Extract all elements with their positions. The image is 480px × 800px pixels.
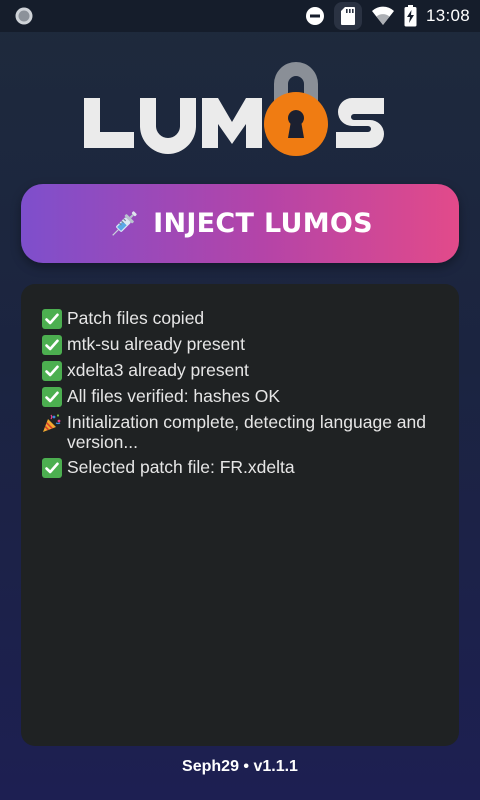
log-text: xdelta3 already present	[67, 360, 249, 380]
status-right: 13:08	[305, 2, 470, 30]
log-text: All files verified: hashes OK	[67, 386, 281, 406]
log-line: Patch files copied	[42, 308, 443, 329]
log-line: Initialization complete, detecting langu…	[42, 412, 443, 452]
log-line: Selected patch file: FR.xdelta	[42, 457, 443, 478]
check-mark-icon	[42, 361, 62, 381]
log-panel: Patch files copied mtk-su already presen…	[21, 284, 459, 746]
log-text: Initialization complete, detecting langu…	[67, 412, 426, 452]
log-line: mtk-su already present	[42, 334, 443, 355]
logo-letter-s	[336, 98, 384, 148]
do-not-disturb-icon	[305, 7, 324, 25]
status-bar: 13:08	[0, 0, 480, 32]
status-time: 13:08	[425, 6, 470, 25]
camera-dot-icon	[15, 7, 33, 25]
wifi-icon	[371, 6, 394, 25]
check-mark-icon	[42, 309, 62, 329]
check-mark-icon	[42, 335, 62, 355]
inject-lumos-button[interactable]: INJECT LUMOS	[21, 184, 459, 263]
status-left	[14, 6, 34, 26]
battery-charging-icon	[404, 5, 417, 27]
log-text: Patch files copied	[67, 308, 205, 328]
sd-card-chip	[333, 2, 362, 30]
party-popper-icon	[43, 414, 61, 432]
footer-version: Seph29 • v1.1.1	[182, 758, 298, 775]
lumos-logo	[84, 62, 384, 156]
log-text: mtk-su already present	[67, 334, 245, 354]
log-line: All files verified: hashes OK	[42, 386, 443, 407]
check-mark-icon	[42, 387, 62, 407]
logo-letter-l	[84, 98, 134, 148]
inject-button-label: INJECT LUMOS	[153, 208, 373, 239]
logo-letter-m	[202, 98, 262, 148]
log-line: xdelta3 already present	[42, 360, 443, 381]
logo-letter-u	[140, 98, 196, 154]
log-list: Patch files copied mtk-su already presen…	[42, 308, 443, 478]
sd-card-icon	[340, 7, 355, 25]
syringe-icon	[107, 207, 141, 241]
log-text: Selected patch file: FR.xdelta	[67, 457, 295, 477]
check-mark-icon	[42, 458, 62, 478]
